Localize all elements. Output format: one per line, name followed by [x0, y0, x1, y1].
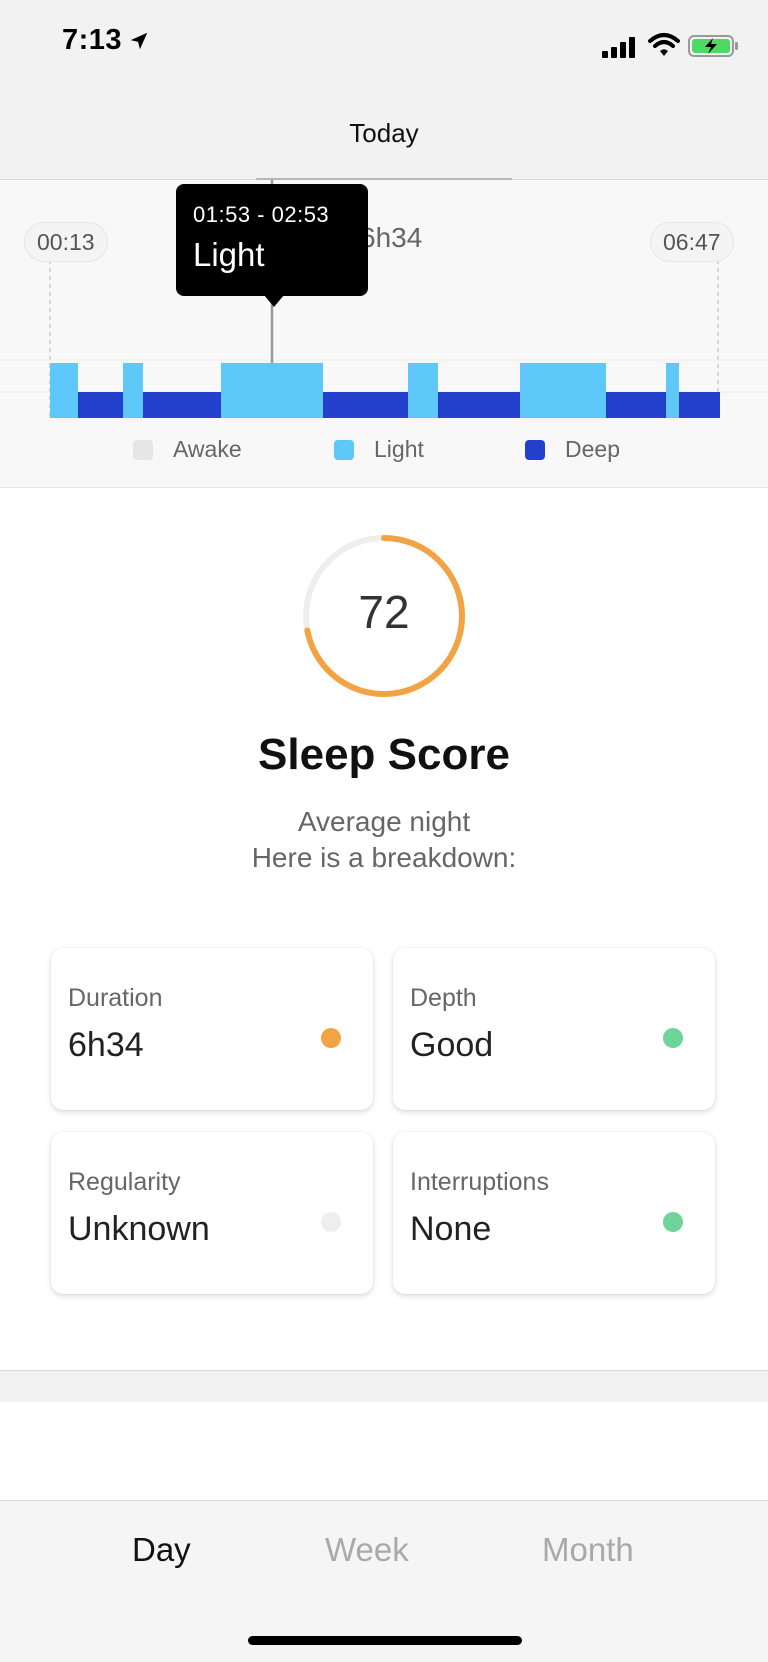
tooltip-stage-label: Light [193, 236, 265, 273]
wifi-icon [648, 33, 680, 56]
depth-card-value: Good [410, 1026, 494, 1064]
cellular-signal-icon [602, 37, 635, 58]
regularity-card[interactable]: Regularity Unknown [51, 1132, 373, 1294]
score-summary: Average night [297, 806, 471, 837]
tab-week[interactable]: Week [325, 1531, 409, 1569]
legend-swatch-light [334, 439, 354, 460]
duration-card-label: Duration [68, 984, 163, 1012]
duration-card[interactable]: Duration 6h34 [51, 948, 373, 1110]
light-segment [123, 363, 143, 418]
tab-month[interactable]: Month [542, 1531, 634, 1569]
interruptions-card-label: Interruptions [410, 1168, 549, 1196]
regularity-card-value: Unknown [68, 1210, 210, 1248]
light-segment [520, 363, 606, 418]
legend-item-awake: Awake [133, 436, 242, 463]
tab-day[interactable]: Day [132, 1531, 191, 1569]
duration-status-dot [321, 1028, 341, 1048]
section-divider [0, 1370, 768, 1402]
deep-sleep-bar [50, 392, 720, 418]
legend-label-light: Light [374, 436, 424, 462]
regularity-status-dot [321, 1212, 341, 1232]
legend-item-deep: Deep [525, 436, 620, 463]
sleep-stage-chart[interactable]: 00:13 06:47 6h34 01:53 - 02:53 Light Awa… [0, 180, 768, 488]
light-segment [221, 363, 323, 418]
location-arrow-icon [130, 32, 148, 49]
light-segment [408, 363, 438, 418]
tooltip-pointer [264, 295, 284, 307]
legend-label-deep: Deep [565, 436, 620, 462]
page-header: Today [0, 88, 768, 180]
depth-status-dot [663, 1028, 683, 1048]
status-time: 7:13 [62, 24, 123, 56]
page-title: Today [349, 118, 419, 148]
legend-swatch-awake [133, 439, 153, 460]
legend-item-light: Light [334, 436, 424, 463]
sleep-score-value: 72 [358, 586, 410, 638]
home-indicator[interactable] [248, 1636, 522, 1645]
legend-label-awake: Awake [173, 436, 242, 462]
status-time-group: 7:13 [62, 24, 150, 57]
depth-card-label: Depth [410, 984, 477, 1012]
total-duration-label: 6h34 [360, 222, 423, 253]
legend-swatch-deep [525, 439, 545, 460]
score-breakdown-intro: Here is a breakdown: [251, 842, 517, 873]
chart-legend: Awake Light Deep [0, 436, 768, 466]
interruptions-status-dot [663, 1212, 683, 1232]
interruptions-card[interactable]: Interruptions None [393, 1132, 715, 1294]
duration-card-value: 6h34 [68, 1026, 144, 1064]
light-segment [50, 363, 78, 418]
tooltip-time-range: 01:53 - 02:53 [193, 202, 330, 227]
sleep-score-title: Sleep Score [258, 730, 510, 779]
end-time-badge: 06:47 [650, 222, 734, 262]
stage-tooltip: 01:53 - 02:53 Light [176, 184, 368, 296]
depth-card[interactable]: Depth Good [393, 948, 715, 1110]
battery-charging-icon [688, 35, 738, 57]
regularity-card-label: Regularity [68, 1168, 181, 1196]
light-segment [666, 363, 679, 418]
status-bar: 7:13 [0, 0, 768, 88]
interruptions-card-value: None [410, 1210, 492, 1248]
start-time-badge: 00:13 [24, 222, 108, 262]
